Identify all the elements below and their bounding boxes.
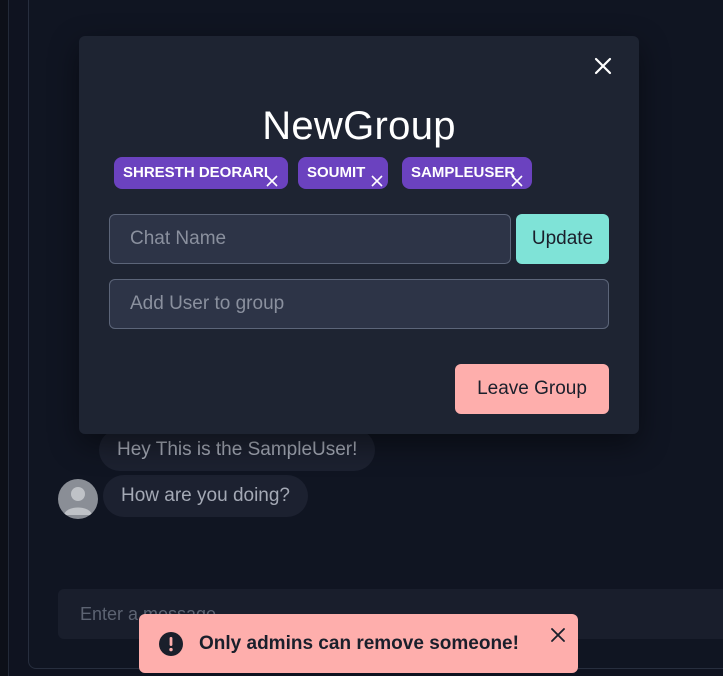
close-icon[interactable] (591, 54, 615, 78)
chat-name-field[interactable] (109, 214, 511, 264)
remove-member-icon[interactable] (371, 167, 383, 187)
member-chip: SAMPLEUSER (402, 157, 532, 189)
avatar[interactable] (58, 479, 98, 519)
close-icon[interactable] (551, 628, 565, 642)
update-button[interactable]: Update (516, 214, 609, 264)
user-avatar-icon (64, 487, 92, 515)
sidebar-edge (0, 0, 9, 676)
error-toast: Only admins can remove someone! (139, 614, 578, 673)
leave-group-button[interactable]: Leave Group (455, 364, 609, 414)
member-chip-label: SAMPLEUSER (411, 164, 516, 181)
message-text: Hey This is the SampleUser! (117, 439, 358, 460)
member-chip-label: SHRESTH DEORARI (123, 164, 269, 181)
message-bubble: How are you doing? (103, 475, 308, 517)
member-chip: SOUMIT (298, 157, 388, 189)
remove-member-icon[interactable] (511, 167, 523, 187)
page: Hey This is the SampleUser! How are you … (0, 0, 723, 676)
remove-member-icon[interactable] (266, 167, 278, 187)
message-text: How are you doing? (121, 485, 290, 506)
group-settings-modal: NewGroup SHRESTH DEORARI SOUMIT SAMPLEUS… (79, 36, 639, 434)
message-bubble: Hey This is the SampleUser! (99, 429, 376, 471)
member-chip: SHRESTH DEORARI (114, 157, 288, 189)
toast-message: Only admins can remove someone! (199, 633, 519, 654)
modal-title: NewGroup (262, 104, 456, 148)
member-chip-label: SOUMIT (307, 164, 366, 181)
add-user-field[interactable] (109, 279, 609, 329)
warning-circle-icon (159, 632, 183, 656)
